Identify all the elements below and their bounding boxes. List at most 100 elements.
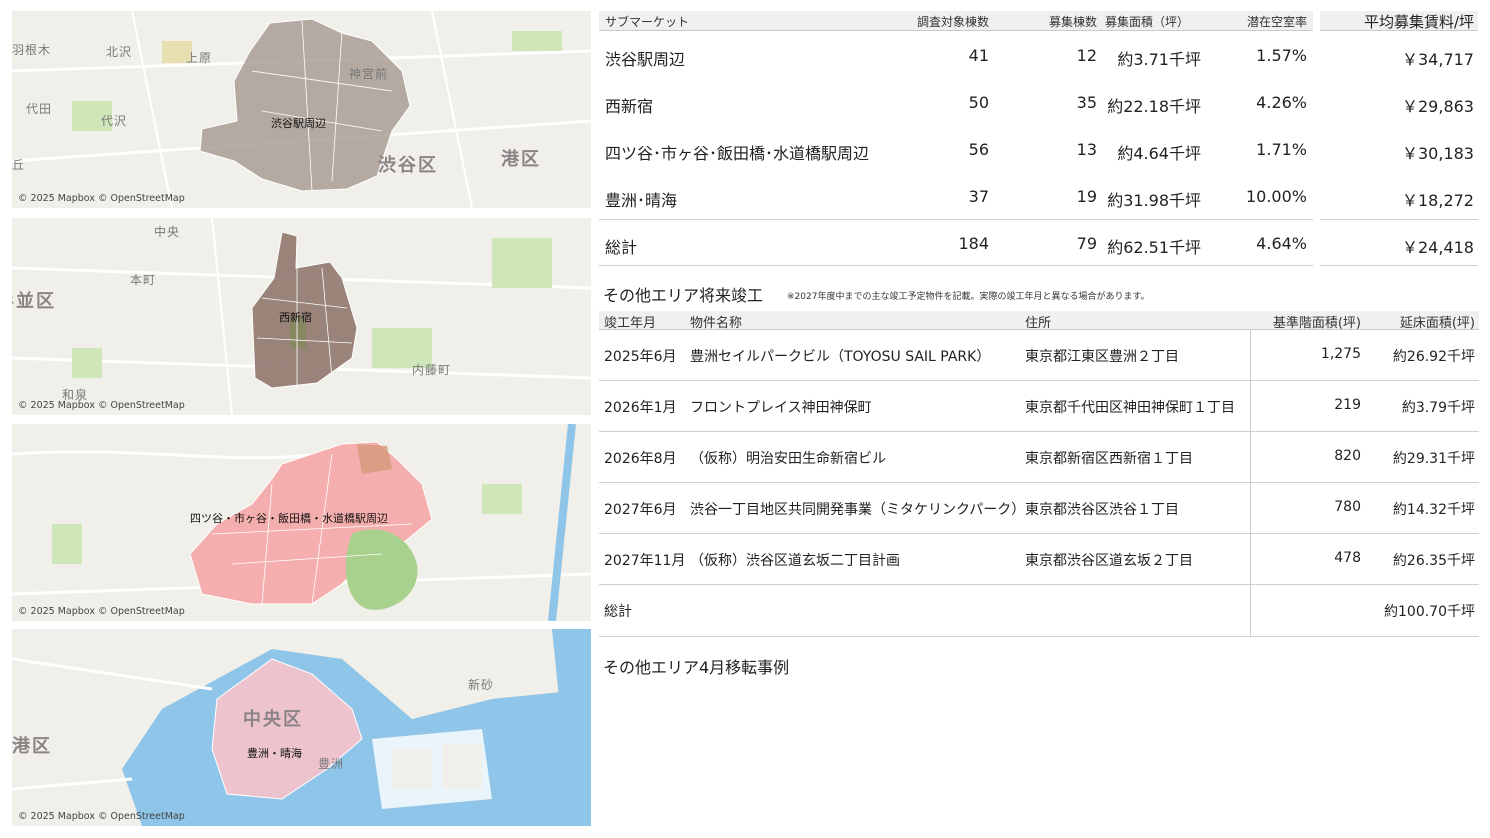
completion-date: 2027年6月 xyxy=(604,502,677,518)
header-total-floor-area[interactable]: 延床面積(坪) xyxy=(1400,312,1475,331)
avg-rent: ￥30,183 xyxy=(1402,144,1474,164)
address: 東京都渋谷区道玄坂２丁目 xyxy=(1025,553,1193,569)
place-label: 上原 xyxy=(186,51,213,65)
total-floor-area: 約3.79千坪 xyxy=(1401,400,1475,416)
listed-count: 12 xyxy=(1076,46,1097,66)
table-row[interactable]: 豊洲･晴海 37 19 約31.98千坪 10.00% xyxy=(599,172,1313,219)
place-label: 新砂 xyxy=(468,678,495,692)
rent-table: 平均募集賃料/坪 ￥34,717 ￥29,863 ￥30,183 ￥18,272… xyxy=(1320,11,1478,266)
avg-rent-total: ￥24,418 xyxy=(1402,238,1474,258)
submarket-name: 西新宿 xyxy=(605,97,654,117)
total-floor-area: 約26.92千坪 xyxy=(1392,349,1475,365)
table-row[interactable]: 2027年6月 渋谷一丁目地区共同開発事業（ミタケリンクパーク） 東京都渋谷区渋… xyxy=(599,483,1479,534)
total-floor-area-sum: 約100.70千坪 xyxy=(1384,604,1475,620)
vacancy-rate: 4.64% xyxy=(1256,234,1307,254)
vacancy-rate: 10.00% xyxy=(1245,187,1307,207)
place-label: 北沢 xyxy=(106,45,133,59)
listed-area: 約22.18千坪 xyxy=(1107,97,1201,117)
relocation-section-title: その他エリア4月移転事例 xyxy=(603,658,790,677)
table-row[interactable]: 四ツ谷･市ヶ谷･飯田橋･水道橋駅周辺 56 13 約4.64千坪 1.71% xyxy=(599,125,1313,172)
property-name: （仮称）渋谷区道玄坂二丁目計画 xyxy=(690,553,900,569)
table-row[interactable]: 2025年6月 豊洲セイルパークビル（TOYOSU SAIL PARK） 東京都… xyxy=(599,330,1479,381)
floor-area: 820 xyxy=(1334,448,1361,464)
listed-area: 約62.51千坪 xyxy=(1107,238,1201,258)
surveyed-count: 37 xyxy=(968,187,989,207)
listed-count: 13 xyxy=(1076,140,1097,160)
header-completion-date[interactable]: 竣工年月 xyxy=(604,312,656,331)
area-label: 豊洲・晴海 xyxy=(247,747,302,760)
area-label: 四ツ谷・市ヶ谷・飯田橋・水道橋駅周辺 xyxy=(190,512,388,525)
map-credit: © 2025 Mapbox © OpenStreetMap xyxy=(18,811,185,822)
district-label: 港区 xyxy=(501,149,541,170)
table-row[interactable]: 2026年1月 フロントプレイス神田神保町 東京都千代田区神田神保町１丁目 21… xyxy=(599,381,1479,432)
header-floor-area[interactable]: 基準階面積(坪) xyxy=(1273,312,1361,331)
place-label: 代沢 xyxy=(101,114,128,128)
listed-area: 約3.71千坪 xyxy=(1117,50,1201,70)
listed-area: 約4.64千坪 xyxy=(1117,144,1201,164)
total-row[interactable]: 総計 184 79 約62.51千坪 4.64% xyxy=(599,219,1313,266)
surveyed-count: 56 xyxy=(968,140,989,160)
floor-area: 1,275 xyxy=(1320,346,1361,362)
table-row[interactable]: ￥29,863 xyxy=(1320,78,1478,125)
listed-count: 35 xyxy=(1076,93,1097,113)
surveyed-count: 41 xyxy=(968,46,989,66)
header-property-name[interactable]: 物件名称 xyxy=(690,312,742,331)
submarket-header: サブマーケット 調査対象棟数 募集棟数 募集面積（坪） 潜在空室率 xyxy=(599,11,1313,31)
map-toyosu[interactable]: 新砂 豊洲 中央区 港区 豊洲・晴海 © 2025 Mapbox © OpenS… xyxy=(12,629,591,826)
total-row[interactable]: ￥24,418 xyxy=(1320,219,1478,266)
map-shibuya[interactable]: 羽根木 北沢 上原 代田 代沢 神宮前 丘 渋谷区 港区 渋谷駅周辺 © 202… xyxy=(12,11,591,208)
table-row[interactable]: ￥30,183 xyxy=(1320,125,1478,172)
table-row[interactable]: 渋谷駅周辺 41 12 約3.71千坪 1.57% xyxy=(599,31,1313,78)
district-label: 中央区 xyxy=(243,709,303,730)
future-section-title: その他エリア将来竣工 xyxy=(603,286,764,305)
total-label: 総計 xyxy=(605,238,638,258)
total-row[interactable]: 総計 約100.70千坪 xyxy=(599,585,1479,636)
address: 東京都新宿区西新宿１丁目 xyxy=(1025,451,1193,467)
vacancy-rate: 1.57% xyxy=(1256,46,1307,66)
place-label: 豊洲 xyxy=(318,757,345,771)
avg-rent: ￥34,717 xyxy=(1402,50,1474,70)
total-floor-area: 約14.32千坪 xyxy=(1392,502,1475,518)
map-yotsuya[interactable]: 四ツ谷・市ヶ谷・飯田橋・水道橋駅周辺 © 2025 Mapbox © OpenS… xyxy=(12,424,591,621)
submarket-name: 渋谷駅周辺 xyxy=(605,50,686,70)
header-vacancy[interactable]: 潜在空室率 xyxy=(1247,13,1307,30)
table-row[interactable]: 西新宿 50 35 約22.18千坪 4.26% xyxy=(599,78,1313,125)
header-area[interactable]: 募集面積（坪） xyxy=(1105,13,1189,30)
future-section-note: ※2027年度中までの主な竣工予定物件を記載。実際の竣工年月と異なる場合がありま… xyxy=(787,292,1150,302)
property-name: フロントプレイス神田神保町 xyxy=(690,400,872,416)
header-surveyed[interactable]: 調査対象棟数 xyxy=(917,13,989,30)
district-label: 渋谷区 xyxy=(378,155,438,176)
map-shibuya-graphic xyxy=(12,11,591,208)
table-row[interactable]: ￥18,272 xyxy=(1320,172,1478,219)
area-label: 渋谷駅周辺 xyxy=(271,117,326,130)
place-label: 中央 xyxy=(154,225,181,239)
rent-header: 平均募集賃料/坪 xyxy=(1320,11,1478,31)
completion-date: 2026年1月 xyxy=(604,400,677,416)
district-label: 杉並区 xyxy=(12,291,56,312)
surveyed-count: 50 xyxy=(968,93,989,113)
avg-rent: ￥18,272 xyxy=(1402,191,1474,211)
place-label: 神宮前 xyxy=(349,67,389,81)
vacancy-rate: 4.26% xyxy=(1256,93,1307,113)
submarket-name: 四ツ谷･市ヶ谷･飯田橋･水道橋駅周辺 xyxy=(605,144,870,164)
floor-area: 478 xyxy=(1334,550,1361,566)
address: 東京都江東区豊洲２丁目 xyxy=(1025,349,1179,365)
completion-date: 2026年8月 xyxy=(604,451,677,467)
property-name: （仮称）明治安田生命新宿ビル xyxy=(690,451,886,467)
floor-area: 780 xyxy=(1334,499,1361,515)
map-nishishinjuku[interactable]: 中央 本町 内藤町 和泉 杉並区 西新宿 © 2025 Mapbox © Ope… xyxy=(12,218,591,415)
header-address[interactable]: 住所 xyxy=(1025,312,1051,331)
header-submarket[interactable]: サブマーケット xyxy=(605,13,689,30)
table-row[interactable]: 2027年11月 （仮称）渋谷区道玄坂二丁目計画 東京都渋谷区道玄坂２丁目 47… xyxy=(599,534,1479,585)
table-row[interactable]: ￥34,717 xyxy=(1320,31,1478,78)
address: 東京都千代田区神田神保町１丁目 xyxy=(1025,400,1235,416)
table-row[interactable]: 2026年8月 （仮称）明治安田生命新宿ビル 東京都新宿区西新宿１丁目 820 … xyxy=(599,432,1479,483)
header-avg-rent[interactable]: 平均募集賃料/坪 xyxy=(1364,11,1474,32)
listed-count: 79 xyxy=(1076,234,1097,254)
header-listed[interactable]: 募集棟数 xyxy=(1049,13,1097,30)
total-floor-area: 約26.35千坪 xyxy=(1392,553,1475,569)
address: 東京都渋谷区渋谷１丁目 xyxy=(1025,502,1179,518)
map-credit: © 2025 Mapbox © OpenStreetMap xyxy=(18,193,185,204)
property-name: 渋谷一丁目地区共同開発事業（ミタケリンクパーク） xyxy=(690,502,1026,518)
submarket-table: サブマーケット 調査対象棟数 募集棟数 募集面積（坪） 潜在空室率 渋谷駅周辺 … xyxy=(599,11,1313,266)
